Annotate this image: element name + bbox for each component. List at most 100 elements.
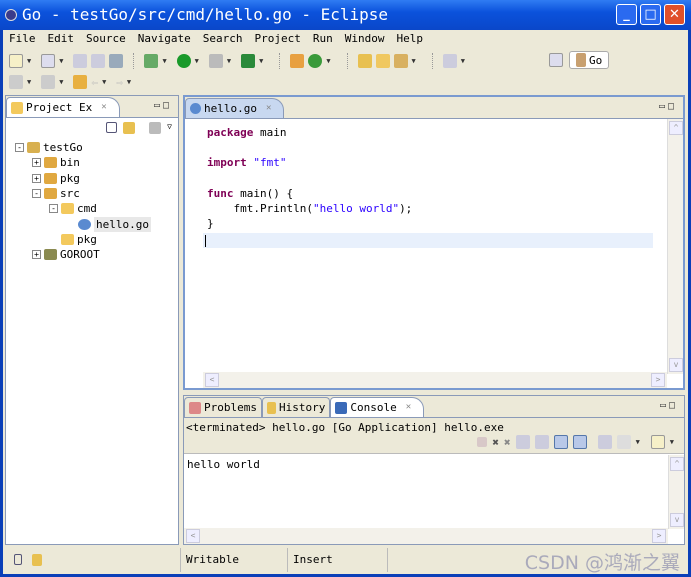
close-tab-icon[interactable]: ✕: [406, 398, 411, 417]
close-tab-icon[interactable]: ✕: [266, 99, 271, 118]
fast-view-icon[interactable]: [14, 554, 22, 565]
search-icon[interactable]: [393, 54, 408, 68]
new-go-project-icon[interactable]: [290, 54, 305, 68]
menu-navigate[interactable]: Navigate: [132, 31, 197, 47]
expand-toggle-icon[interactable]: +: [32, 158, 41, 168]
explorer-tabbar: Project Ex ✕ ▭□: [6, 96, 178, 118]
collapse-all-icon[interactable]: [106, 122, 118, 133]
main-toolbar: ▼ ▼ ▼ ▼ ▼ ▼ ▼ ▼ ▼: [9, 52, 471, 70]
console-output[interactable]: hello world: [187, 458, 260, 471]
open-resource-icon[interactable]: [375, 54, 390, 68]
console-tabbar: Problems History Console ✕ ▭□: [184, 396, 684, 418]
tree-item[interactable]: - cmd: [49, 201, 97, 216]
new-project-icon[interactable]: [41, 54, 56, 68]
problems-icon: [189, 401, 201, 414]
minimize-maximize-icons[interactable]: ▭□: [660, 400, 678, 411]
save-all-icon[interactable]: [91, 54, 106, 68]
forward-icon[interactable]: ⇨: [116, 76, 123, 89]
scroll-lock-icon[interactable]: [534, 435, 549, 449]
menu-edit[interactable]: Edit: [42, 31, 81, 47]
tree-item-label: pkg: [60, 171, 80, 185]
code-line: fmt.Println("hello world");: [207, 201, 412, 216]
tree-item[interactable]: hello.go: [66, 216, 151, 232]
editor-vertical-scrollbar[interactable]: ^ v: [667, 119, 683, 374]
filter-icon[interactable]: [149, 122, 162, 134]
perspective-bar: Go: [549, 51, 610, 69]
explorer-toolbar: ▽: [106, 122, 172, 134]
minimize-maximize-icons[interactable]: ▭□: [154, 100, 172, 111]
package-folder-icon: [44, 187, 57, 199]
minimize-maximize-icons[interactable]: ▭□: [659, 101, 677, 112]
prev-annotation-icon[interactable]: [41, 75, 56, 89]
progress-icon[interactable]: [32, 553, 42, 566]
tree-item-label: src: [60, 186, 80, 200]
new-go-file-icon[interactable]: [308, 54, 323, 68]
next-annotation-icon[interactable]: [9, 75, 23, 89]
project-icon: [27, 142, 40, 153]
external-tools-icon[interactable]: [208, 54, 223, 68]
editor-ruler: [185, 119, 201, 369]
project-explorer: Project Ex ✕ ▭□ ▽ - testGo + bin + pkg - src - cmd…: [5, 95, 179, 545]
link-editor-icon[interactable]: [123, 122, 136, 134]
editor-horizontal-scrollbar[interactable]: < >: [203, 372, 667, 388]
clear-console-icon[interactable]: [515, 435, 530, 449]
pin-console-icon[interactable]: [597, 435, 612, 449]
menu-run[interactable]: Run: [307, 31, 339, 47]
terminate-icon[interactable]: [477, 437, 488, 447]
debug-icon[interactable]: [144, 54, 159, 68]
minimize-button[interactable]: _: [616, 4, 637, 25]
console-toolbar: ✖ ✖ ▼ ▼: [477, 435, 680, 449]
open-type-icon[interactable]: [357, 54, 372, 68]
tree-item[interactable]: + GOROOT: [32, 247, 100, 262]
editor-area: hello.go ✕ ▭□ package main import "fmt" fun…: [183, 95, 685, 390]
show-on-stdout-icon[interactable]: [553, 435, 568, 449]
remove-all-launches-icon[interactable]: ✖: [504, 436, 511, 449]
tree-item[interactable]: - src: [32, 186, 80, 201]
menu-help[interactable]: Help: [390, 31, 429, 47]
tab-history[interactable]: History: [261, 397, 331, 417]
menu-source[interactable]: Source: [80, 31, 132, 47]
open-perspective-icon[interactable]: [549, 53, 563, 67]
menu-file[interactable]: File: [3, 31, 42, 47]
close-button[interactable]: ✕: [664, 4, 685, 25]
expand-toggle-icon[interactable]: -: [49, 204, 58, 214]
display-console-icon[interactable]: [616, 435, 631, 449]
annotation-icon[interactable]: [442, 54, 457, 68]
tree-item[interactable]: pkg: [49, 232, 97, 247]
expand-toggle-icon[interactable]: +: [32, 173, 41, 183]
menu-project[interactable]: Project: [248, 31, 306, 47]
remove-launch-icon[interactable]: ✖: [492, 436, 499, 449]
new-icon[interactable]: [9, 54, 23, 68]
menu-window[interactable]: Window: [339, 31, 391, 47]
menu-bar: File Edit Source Navigate Search Project…: [3, 31, 688, 47]
back-icon[interactable]: ⇦: [91, 76, 98, 89]
open-console-icon[interactable]: [650, 435, 665, 449]
expand-toggle-icon[interactable]: -: [15, 143, 24, 152]
tab-problems[interactable]: Problems: [184, 397, 262, 417]
perspective-go[interactable]: Go: [569, 51, 610, 69]
console-horizontal-scrollbar[interactable]: < >: [184, 528, 668, 544]
print-icon[interactable]: [109, 54, 124, 68]
tab-hello-go[interactable]: hello.go ✕: [185, 98, 285, 118]
close-tab-icon[interactable]: ✕: [101, 98, 106, 117]
maximize-button[interactable]: □: [640, 4, 661, 25]
view-menu-icon[interactable]: ▽: [167, 122, 172, 134]
tab-project-explorer[interactable]: Project Ex ✕: [6, 97, 120, 117]
tree-item[interactable]: + pkg: [32, 171, 80, 186]
tab-label: Console: [350, 401, 397, 414]
menu-search[interactable]: Search: [197, 31, 249, 47]
console-icon: [335, 401, 348, 414]
tab-console[interactable]: Console ✕: [330, 397, 425, 417]
run-icon[interactable]: [176, 54, 191, 68]
last-edit-icon[interactable]: [73, 75, 88, 89]
expand-toggle-icon[interactable]: -: [32, 188, 41, 198]
console-vertical-scrollbar[interactable]: ^ v: [668, 455, 684, 529]
tree-connector: [66, 220, 75, 229]
expand-toggle-icon[interactable]: +: [32, 250, 41, 260]
tree-item[interactable]: - testGo: [15, 140, 83, 155]
tree-item[interactable]: + bin: [32, 155, 80, 170]
tree-item-label: pkg: [77, 232, 97, 246]
run-last-icon[interactable]: [241, 54, 256, 68]
save-icon[interactable]: [73, 54, 88, 68]
show-on-stderr-icon[interactable]: [572, 435, 587, 449]
